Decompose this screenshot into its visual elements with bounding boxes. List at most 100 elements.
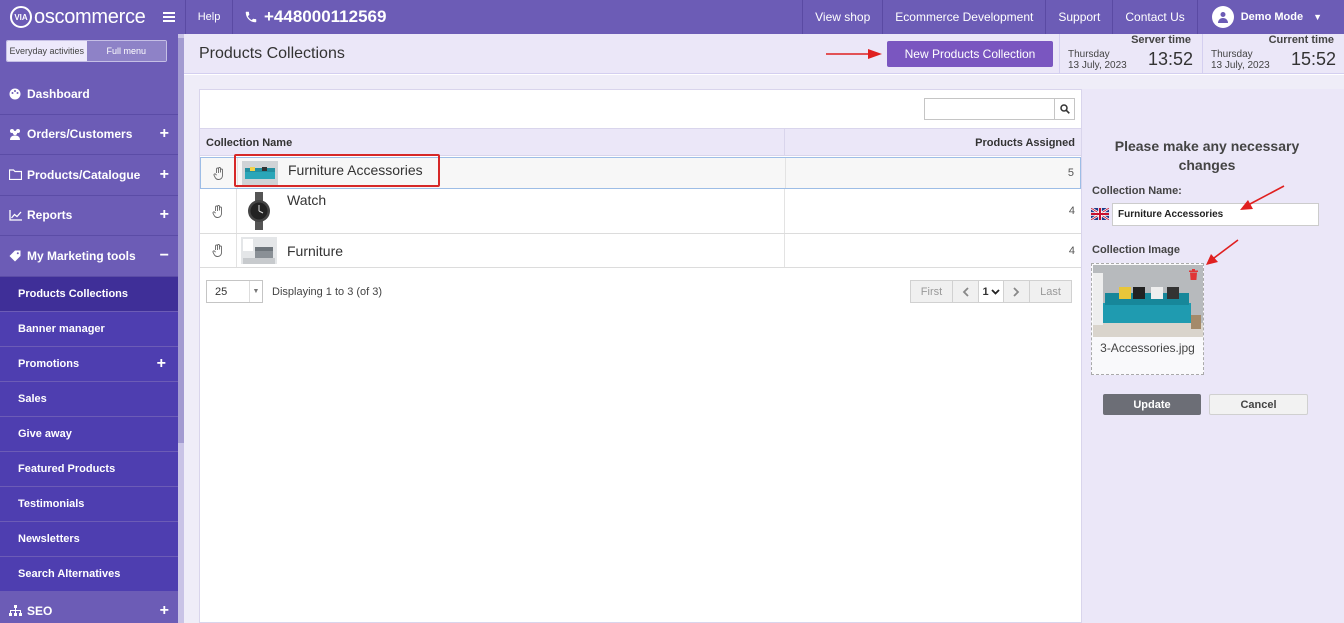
collection-name-label: Collection Name: xyxy=(1092,185,1182,197)
sidebar-subitem-label: Featured Products xyxy=(18,462,116,475)
sidebar-subitem-label: Promotions xyxy=(18,357,80,370)
new-products-collection-button[interactable]: New Products Collection xyxy=(887,41,1053,67)
sidebar-subitem-featured-products[interactable]: Featured Products xyxy=(0,451,178,487)
sidebar-subitem-label: Banner manager xyxy=(18,322,105,335)
everyday-activities-tab[interactable]: Everyday activities xyxy=(7,41,87,61)
folder-icon xyxy=(8,169,22,181)
sidebar-subitem-label: Search Alternatives xyxy=(18,567,121,580)
table-row[interactable]: Furniture Accessories 5 xyxy=(200,157,1081,189)
products-assigned-count: 4 xyxy=(1068,205,1075,217)
expand-plus-icon[interactable]: + xyxy=(157,355,166,373)
delete-image-trash-icon[interactable] xyxy=(1189,269,1198,283)
last-page-button[interactable]: Last xyxy=(1029,280,1072,303)
sidebar-item-my-marketing-tools[interactable]: My Marketing tools − xyxy=(0,236,178,277)
previous-page-button[interactable] xyxy=(952,280,979,303)
main-area: Collection Name Products Assigned Furnit… xyxy=(184,75,1344,623)
collection-name-input[interactable]: Furniture Accessories xyxy=(1112,203,1319,226)
edit-collection-panel: Please make any necessary changes Collec… xyxy=(1082,89,1344,623)
per-page-select[interactable]: 25 ▼ xyxy=(206,280,263,303)
server-time-label: Server time xyxy=(1131,34,1191,46)
server-time: Server time Thursday 13 July, 2023 13:52 xyxy=(1059,34,1201,74)
expand-plus-icon[interactable]: + xyxy=(160,166,169,184)
search-icon xyxy=(1059,104,1070,114)
collapse-minus-icon[interactable]: − xyxy=(160,247,169,265)
current-time-label: Current time xyxy=(1268,34,1334,46)
sidebar-subitem-sales[interactable]: Sales xyxy=(0,381,178,417)
phone-number[interactable]: +448000112569 xyxy=(244,0,386,34)
pagination-bar: 25 ▼ Displaying 1 to 3 (of 3) First 1 La… xyxy=(206,280,1076,304)
sidebar-item-label: Orders/Customers xyxy=(27,127,133,142)
sidebar-subitem-label: Give away xyxy=(18,427,72,440)
column-header-collection-name[interactable]: Collection Name xyxy=(206,137,292,149)
sidebar-item-dashboard[interactable]: Dashboard xyxy=(0,74,178,115)
page-title: Products Collections xyxy=(199,45,345,62)
drag-handle-icon[interactable] xyxy=(201,158,238,188)
products-assigned-count: 4 xyxy=(1068,244,1075,257)
sidebar-subitem-label: Products Collections xyxy=(18,287,129,300)
sidebar-item-orders-customers[interactable]: Orders/Customers + xyxy=(0,115,178,155)
chevron-right-icon xyxy=(1013,286,1020,297)
top-bar: VIA oscommerce Help +448000112569 View s… xyxy=(0,0,1344,34)
current-time: Current time Thursday 13 July, 2023 15:52 xyxy=(1202,34,1344,74)
table-header: Collection Name Products Assigned xyxy=(200,128,1081,156)
search-input[interactable] xyxy=(924,98,1055,120)
sidebar-item-products-catalogue[interactable]: Products/Catalogue + xyxy=(0,155,178,196)
drag-handle-icon[interactable] xyxy=(200,189,237,233)
cancel-button[interactable]: Cancel xyxy=(1209,394,1308,415)
users-icon xyxy=(8,128,22,141)
sidebar-item-label: Reports xyxy=(27,208,73,223)
chevron-down-icon xyxy=(990,288,1000,295)
page-select[interactable]: 1 xyxy=(978,280,1004,303)
hamburger-menu-icon[interactable] xyxy=(159,8,179,26)
image-filename: 3-Accessories.jpg xyxy=(1100,341,1195,355)
sidebar-item-label: SEO xyxy=(27,604,53,619)
sidebar-subitem-products-collections[interactable]: Products Collections xyxy=(0,276,178,312)
contact-us-link[interactable]: Contact Us xyxy=(1112,0,1196,34)
collection-image-preview xyxy=(1093,265,1203,337)
search-button[interactable] xyxy=(1055,98,1075,120)
update-button[interactable]: Update xyxy=(1103,394,1201,415)
page-number: 1 xyxy=(982,285,989,298)
collection-name: Furniture Accessories xyxy=(288,162,423,178)
sidebar-item-label: Products/Catalogue xyxy=(27,167,141,182)
expand-plus-icon[interactable]: + xyxy=(160,206,169,224)
current-time-date: Thursday 13 July, 2023 xyxy=(1211,49,1270,71)
sidebar-item-reports[interactable]: Reports + xyxy=(0,196,178,236)
table-row[interactable]: Watch 4 xyxy=(200,189,1081,234)
ecommerce-development-link[interactable]: Ecommerce Development xyxy=(882,0,1045,34)
chevron-left-icon xyxy=(962,286,969,297)
column-header-products-assigned[interactable]: Products Assigned xyxy=(975,137,1075,149)
menu-mode-switch: Everyday activities Full menu xyxy=(6,40,167,62)
column-divider xyxy=(784,129,785,156)
help-link[interactable]: Help xyxy=(185,0,233,34)
user-menu[interactable]: Demo Mode ▼ xyxy=(1196,0,1344,34)
collections-list-panel: Collection Name Products Assigned Furnit… xyxy=(199,89,1082,623)
table-row[interactable]: Furniture 4 xyxy=(200,234,1081,268)
column-divider xyxy=(784,234,785,267)
view-shop-link[interactable]: View shop xyxy=(802,0,882,34)
sidebar-subitem-promotions[interactable]: Promotions + xyxy=(0,346,178,382)
sidebar-subitem-search-alternatives[interactable]: Search Alternatives xyxy=(0,556,178,592)
drag-handle-icon[interactable] xyxy=(200,234,237,267)
search-box xyxy=(924,98,1076,120)
sidebar-subitem-newsletters[interactable]: Newsletters xyxy=(0,521,178,557)
sidebar-item-seo[interactable]: SEO + xyxy=(0,592,178,623)
expand-plus-icon[interactable]: + xyxy=(160,602,169,620)
top-links: View shop Ecommerce Development Support … xyxy=(802,0,1344,34)
sitemap-icon xyxy=(8,605,22,617)
expand-plus-icon[interactable]: + xyxy=(160,125,169,143)
support-link[interactable]: Support xyxy=(1045,0,1112,34)
sidebar-subitem-banner-manager[interactable]: Banner manager xyxy=(0,311,178,347)
server-time-date: Thursday 13 July, 2023 xyxy=(1068,49,1127,71)
collection-image-upload[interactable]: 3-Accessories.jpg xyxy=(1091,263,1204,375)
sidebar-subitem-give-away[interactable]: Give away xyxy=(0,416,178,452)
collection-thumbnail xyxy=(244,192,274,230)
phone-text: +448000112569 xyxy=(264,7,387,26)
first-page-button[interactable]: First xyxy=(910,280,953,303)
logo[interactable]: VIA oscommerce xyxy=(10,4,146,30)
sidebar-subitem-testimonials[interactable]: Testimonials xyxy=(0,486,178,522)
next-page-button[interactable] xyxy=(1003,280,1030,303)
per-page-value: 25 xyxy=(215,285,228,298)
full-menu-tab[interactable]: Full menu xyxy=(86,41,166,61)
collection-thumbnail xyxy=(241,237,277,264)
